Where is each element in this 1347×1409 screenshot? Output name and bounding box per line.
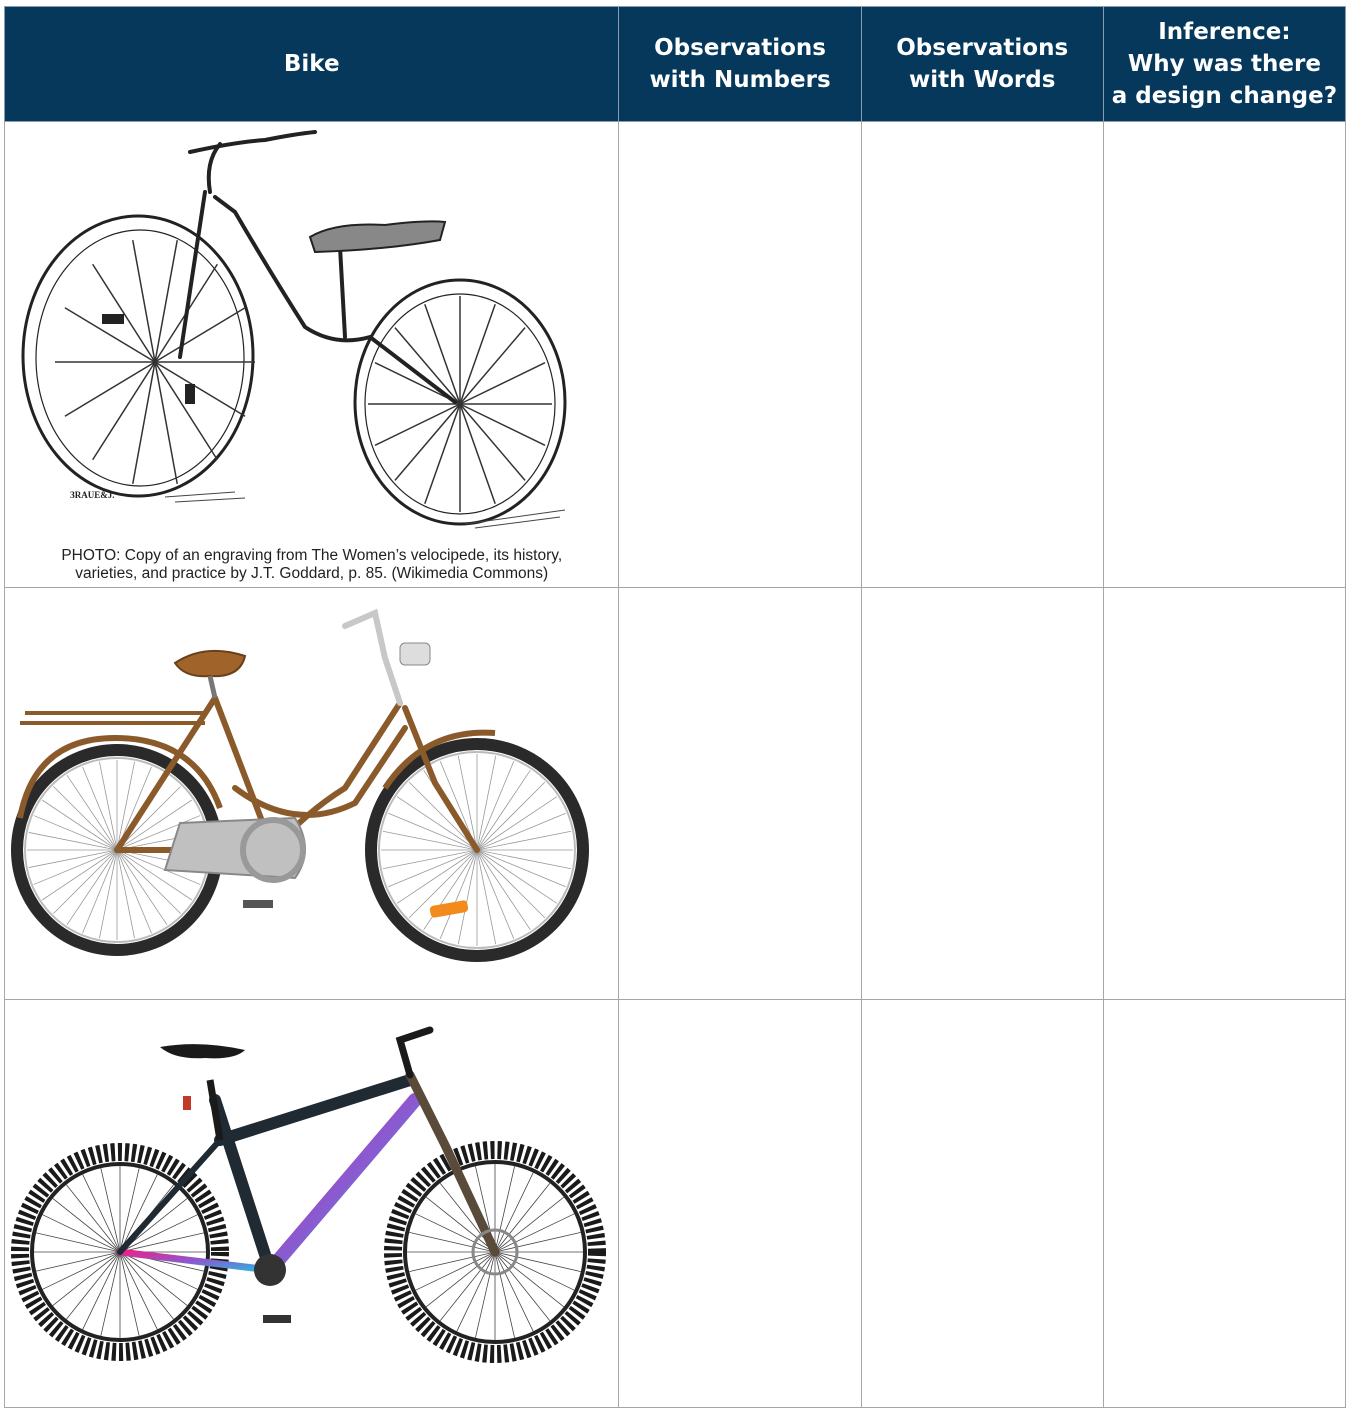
- bike-observation-table: Bike Observations with Numbers Observati…: [3, 6, 1347, 1408]
- header-inference: Inference: Why was there a design change…: [1102, 6, 1347, 122]
- engraver-signature: ЗRAUE&J.: [70, 490, 115, 500]
- wheel-spoke: [119, 1251, 158, 1330]
- caption-line: PHOTO: Copy of an engraving from The Wom…: [61, 547, 563, 564]
- wheel-spoke: [459, 403, 526, 481]
- wheel-spoke: [119, 1214, 198, 1253]
- wheel-spoke: [53, 786, 118, 851]
- caption-line: varieties, and practice by J.T. Goddard,…: [75, 565, 549, 582]
- bike-image-cell: ЗRAUE&J. PHOTO: Copy of an engraving fro…: [3, 121, 620, 588]
- header-line: with Words: [909, 67, 1056, 93]
- header-line: Bike: [283, 51, 340, 77]
- wheel-spoke: [394, 403, 461, 481]
- inference-cell[interactable]: [1102, 587, 1347, 1000]
- header-bike: Bike: [3, 6, 620, 122]
- wheel-spoke: [154, 361, 246, 417]
- table-row: [3, 999, 1347, 1408]
- header-line: Observations: [654, 35, 826, 61]
- table-row: [3, 587, 1347, 1000]
- inference-cell[interactable]: [1102, 999, 1347, 1408]
- vintage-step-through-bicycle-icon: [11, 608, 589, 962]
- bike-image-cell: [3, 999, 620, 1408]
- header-line: Why was there: [1127, 51, 1321, 77]
- header-line: with Numbers: [649, 67, 831, 93]
- wheel-spoke: [459, 327, 526, 405]
- wheel-spoke: [64, 361, 156, 417]
- observations-numbers-cell[interactable]: [618, 587, 862, 1000]
- wheel-spoke: [42, 1251, 121, 1290]
- observations-numbers-cell[interactable]: [618, 999, 862, 1408]
- wheel-spoke: [42, 1214, 121, 1253]
- wheel-spoke: [82, 1251, 121, 1330]
- header-row: Bike Observations with Numbers Observati…: [3, 6, 1347, 122]
- header-line: Observations: [896, 35, 1069, 61]
- wheel-spoke: [476, 781, 546, 851]
- observations-words-cell[interactable]: [860, 121, 1104, 588]
- header-line: Inference:: [1158, 19, 1291, 45]
- photo-caption: PHOTO: Copy of an engraving from The Wom…: [5, 547, 618, 583]
- observations-words-cell[interactable]: [860, 587, 1104, 1000]
- mountain-bike-icon: [11, 1026, 606, 1363]
- wheel-spoke: [53, 849, 118, 914]
- wheel-spoke: [154, 307, 246, 363]
- table-row: ЗRAUE&J. PHOTO: Copy of an engraving fro…: [3, 121, 1347, 588]
- bike-image-cell: [3, 587, 620, 1000]
- header-line: a design change?: [1111, 83, 1338, 109]
- header-observations-numbers: Observations with Numbers: [618, 6, 862, 122]
- wheel-spoke: [476, 849, 546, 919]
- header-observations-words: Observations with Words: [860, 6, 1104, 122]
- observations-words-cell[interactable]: [860, 999, 1104, 1408]
- velocipede-engraving-icon: ЗRAUE&J.: [21, 130, 567, 529]
- wheel-spoke: [82, 1174, 121, 1253]
- inference-cell[interactable]: [1102, 121, 1347, 588]
- observations-numbers-cell[interactable]: [618, 121, 862, 588]
